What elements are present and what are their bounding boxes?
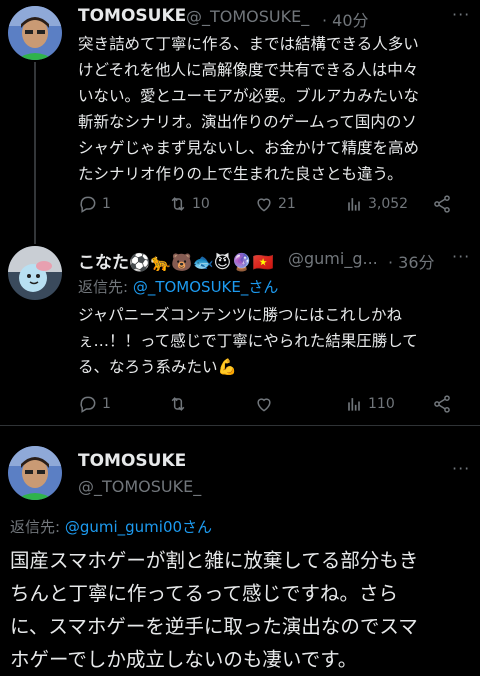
author-name[interactable]: TOMOSUKE	[78, 451, 186, 471]
avatar[interactable]	[8, 446, 62, 500]
share-button[interactable]	[432, 390, 452, 418]
views-count: 3,052	[368, 196, 409, 212]
reply-to: 返信先: @gumi_gumi00さん	[10, 516, 212, 537]
avatar[interactable]	[8, 6, 62, 60]
text-line: 斬新なシナリオ。演出作りのゲームって国内のソ	[78, 113, 417, 131]
author-name[interactable]: こなた⚽🐆🐻🐟😈🔮🇻🇳	[78, 248, 274, 273]
tweet-text: 突き詰めて丁寧に作る、までは結構できる人多い けどそれを他人に高解像度で共有でき…	[78, 31, 470, 187]
text-line: る、なろう系みたい💪	[78, 358, 237, 376]
retweet-count: 10	[192, 196, 210, 212]
tweet-3-focused[interactable]: TOMOSUKE @_TOMOSUKE_ ··· 返信先: @gumi_gumi…	[0, 426, 480, 671]
views-button[interactable]: 3,052	[344, 190, 408, 218]
views-count: 110	[368, 396, 395, 412]
views-button[interactable]: 110	[344, 390, 395, 418]
text-line: ぇ…！！って感じで丁寧にやられた結果圧勝して	[78, 332, 418, 350]
tweet-2[interactable]: こなた⚽🐆🐻🐟😈🔮🇻🇳 @gumi_g... · 36分 ··· 返信先: @_…	[0, 236, 480, 426]
reply-to-label: 返信先:	[78, 278, 133, 296]
text-line: 突き詰めて丁寧に作る、までは結構できる人多い	[78, 35, 419, 53]
reply-button[interactable]: 1	[78, 390, 111, 418]
tweet-text: 国産スマホゲーが割と雑に放棄してる部分もき ちんと丁寧に作ってるって感じですね。…	[10, 544, 470, 676]
views-icon	[348, 398, 360, 411]
reply-to-mention[interactable]: @gumi_gumi00さん	[65, 518, 212, 536]
more-icon[interactable]: ···	[452, 459, 470, 478]
author-name[interactable]: TOMOSUKE	[78, 6, 186, 26]
more-icon[interactable]: ···	[452, 5, 470, 24]
retweet-button[interactable]	[168, 390, 192, 418]
share-icon	[434, 395, 450, 413]
text-line: ホゲーでしか成立しないのも凄いです。	[10, 648, 358, 671]
tweet-actions: 1 110	[78, 390, 458, 418]
reply-button[interactable]: 1	[78, 190, 111, 218]
views-icon	[348, 198, 360, 211]
thread-line	[34, 236, 36, 244]
text-line: シャゲじゃまず見ないし、お金かけて精度を高め	[78, 139, 420, 157]
text-line: 国産スマホゲーが割と雑に放棄してる部分もき	[10, 549, 419, 572]
reply-to-mention[interactable]: @_TOMOSUKE_さん	[133, 278, 279, 296]
like-button[interactable]: 21	[254, 190, 296, 218]
reply-to: 返信先: @_TOMOSUKE_さん	[78, 276, 278, 297]
reply-icon	[80, 196, 96, 213]
retweet-icon	[171, 197, 185, 211]
tweet-text: ジャパニーズコンテンツに勝つにはこれしかね ぇ…！！って感じで丁寧にやられた結果…	[78, 302, 470, 380]
text-line: ちんと丁寧に作ってるって感じですね。さら	[10, 582, 399, 605]
thread-line	[34, 62, 36, 236]
reply-icon	[80, 396, 96, 413]
timestamp[interactable]: · 40分	[322, 7, 369, 31]
tweet-actions: 1 10 21 3,052	[78, 190, 458, 218]
like-button[interactable]	[254, 390, 278, 418]
reply-count: 1	[102, 396, 111, 412]
text-line: ジャパニーズコンテンツに勝つにはこれしかね	[78, 306, 402, 324]
share-button[interactable]	[432, 190, 452, 218]
text-line: に、スマホゲーを逆手に取った演出なのでスマ	[10, 615, 418, 638]
share-icon	[434, 195, 450, 213]
author-handle[interactable]: @_TOMOSUKE_	[78, 477, 201, 496]
author-handle[interactable]: @_TOMOSUKE_	[186, 7, 309, 26]
timestamp[interactable]: · 36分	[388, 249, 435, 273]
retweet-button[interactable]: 10	[168, 190, 210, 218]
tweet-1[interactable]: TOMOSUKE @_TOMOSUKE_ · 40分 ··· 突き詰めて丁寧に作…	[0, 0, 480, 236]
reply-count: 1	[102, 196, 111, 212]
retweet-icon	[171, 397, 185, 411]
reply-to-label: 返信先:	[10, 518, 65, 536]
avatar[interactable]	[8, 246, 62, 300]
more-icon[interactable]: ···	[452, 247, 470, 266]
text-line: けどそれを他人に高解像度で共有できる人は中々	[78, 61, 419, 79]
author-handle[interactable]: @gumi_g...	[288, 249, 378, 268]
text-line: たシナリオ作りの上で生まれた良さとも違う。	[78, 165, 403, 183]
like-icon	[257, 398, 271, 412]
like-count: 21	[278, 196, 296, 212]
text-line: いない。愛とユーモアが必要。ブルアカみたいな	[78, 87, 420, 105]
like-icon	[257, 198, 271, 212]
